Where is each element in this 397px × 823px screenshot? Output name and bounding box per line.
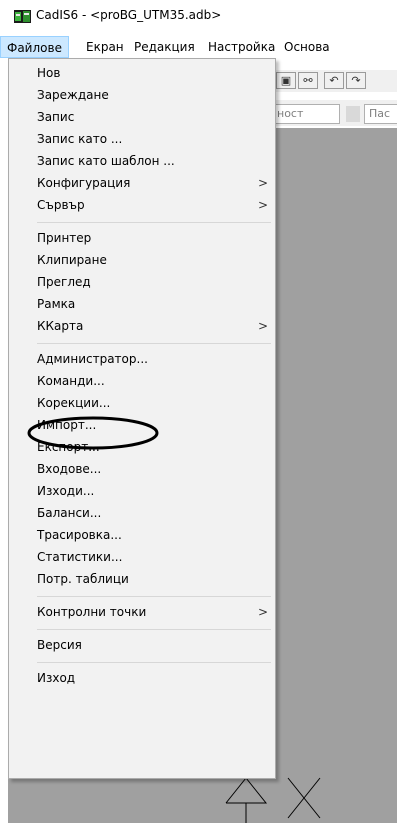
toolbar: ▣ ⚯ ↶ ↷: [272, 70, 397, 92]
menu-separator: [37, 662, 271, 663]
menu-1[interactable]: Екран: [80, 36, 130, 58]
menu-item-label: ККарта: [37, 319, 84, 333]
menu-item-label: Трасировка...: [37, 528, 122, 542]
menu-item-label: Баланси...: [37, 506, 102, 520]
submenu-arrow-icon: >: [258, 176, 269, 190]
menu-item[interactable]: Принтер: [9, 228, 275, 249]
menu-separator: [37, 629, 271, 630]
menu-item[interactable]: Статистики...: [9, 547, 275, 568]
menu-item[interactable]: Рамка: [9, 294, 275, 315]
menu-item-label: Изход: [37, 671, 76, 685]
submenu-arrow-icon: >: [258, 198, 269, 212]
menu-item[interactable]: Администратор...: [9, 349, 275, 370]
menu-item-label: Статистики...: [37, 550, 123, 564]
submenu-arrow-icon: >: [258, 605, 269, 619]
menu-item[interactable]: Запис като ...: [9, 129, 275, 150]
menu-item-label: Корекции...: [37, 396, 111, 410]
menu-item-label: Изходи...: [37, 484, 95, 498]
menu-item-label: Потр. таблици: [37, 572, 129, 586]
undo-icon[interactable]: ↶: [324, 72, 344, 89]
menu-item[interactable]: Входове...: [9, 459, 275, 480]
title-bar: CadIS6 - <proBG_UTM35.adb>: [0, 0, 397, 32]
menu-item[interactable]: Запис като шаблон ...: [9, 151, 275, 172]
menu-0[interactable]: Файлове: [0, 36, 69, 58]
menu-item[interactable]: Контролни точки >: [9, 602, 275, 623]
menu-item[interactable]: Нов: [9, 63, 275, 84]
menu-item-label: Принтер: [37, 231, 92, 245]
pass-field[interactable]: Пас: [364, 104, 397, 124]
window-title: CadIS6 - <proBG_UTM35.adb>: [36, 8, 222, 22]
menu-item-label: Команди...: [37, 374, 105, 388]
submenu-arrow-icon: >: [258, 319, 269, 333]
glasses-icon[interactable]: ⚯: [298, 72, 318, 89]
highlight-ellipse: [27, 416, 159, 450]
menu-item-label: Контролни точки: [37, 605, 147, 619]
menu-bar: Файлове Екран Редакция Настройка Основа: [0, 36, 397, 58]
menu-2[interactable]: Редакция: [128, 36, 201, 58]
triangle-symbol: [225, 777, 268, 804]
menu-item-label: Нов: [37, 66, 61, 80]
menu-item-label: Входове...: [37, 462, 102, 476]
menu-item-label: Зареждане: [37, 88, 109, 102]
menu-item[interactable]: Клипиране: [9, 250, 275, 271]
menu-item[interactable]: Версия: [9, 635, 275, 656]
menu-4[interactable]: Основа: [278, 36, 336, 58]
menu-item[interactable]: Корекции...: [9, 393, 275, 414]
menu-separator: [37, 343, 271, 344]
redo-icon[interactable]: ↷: [346, 72, 366, 89]
field-separator: [346, 106, 360, 122]
menu-item[interactable]: Зареждане: [9, 85, 275, 106]
menu-separator: [37, 222, 271, 223]
menu-item[interactable]: Изходи...: [9, 481, 275, 502]
menu-item[interactable]: Сървър >: [9, 195, 275, 216]
view-icon[interactable]: ▣: [276, 72, 296, 89]
layer-field[interactable]: ност: [272, 104, 340, 124]
menu-item-label: Клипиране: [37, 253, 107, 267]
menu-item-label: Запис: [37, 110, 75, 124]
menu-item[interactable]: Трасировка...: [9, 525, 275, 546]
menu-item-label: Рамка: [37, 297, 76, 311]
cadis-app-icon: [14, 10, 31, 23]
menu-3[interactable]: Настройка: [202, 36, 281, 58]
menu-item[interactable]: Баланси...: [9, 503, 275, 524]
field-row: ност Пас: [272, 100, 397, 126]
menu-item[interactable]: ККарта >: [9, 316, 275, 337]
menu-item[interactable]: Потр. таблици: [9, 569, 275, 590]
menu-item-label: Сървър: [37, 198, 85, 212]
menu-item[interactable]: Преглед: [9, 272, 275, 293]
menu-item[interactable]: Конфигурация >: [9, 173, 275, 194]
menu-item-label: Конфигурация: [37, 176, 131, 190]
menu-item-label: Версия: [37, 638, 82, 652]
menu-item[interactable]: Команди...: [9, 371, 275, 392]
menu-item-label: Запис като шаблон ...: [37, 154, 175, 168]
menu-item-label: Администратор...: [37, 352, 148, 366]
menu-item-label: Запис като ...: [37, 132, 123, 146]
menu-separator: [37, 596, 271, 597]
menu-item-label: Преглед: [37, 275, 91, 289]
menu-item[interactable]: Запис: [9, 107, 275, 128]
menu-item[interactable]: Изход: [9, 668, 275, 689]
